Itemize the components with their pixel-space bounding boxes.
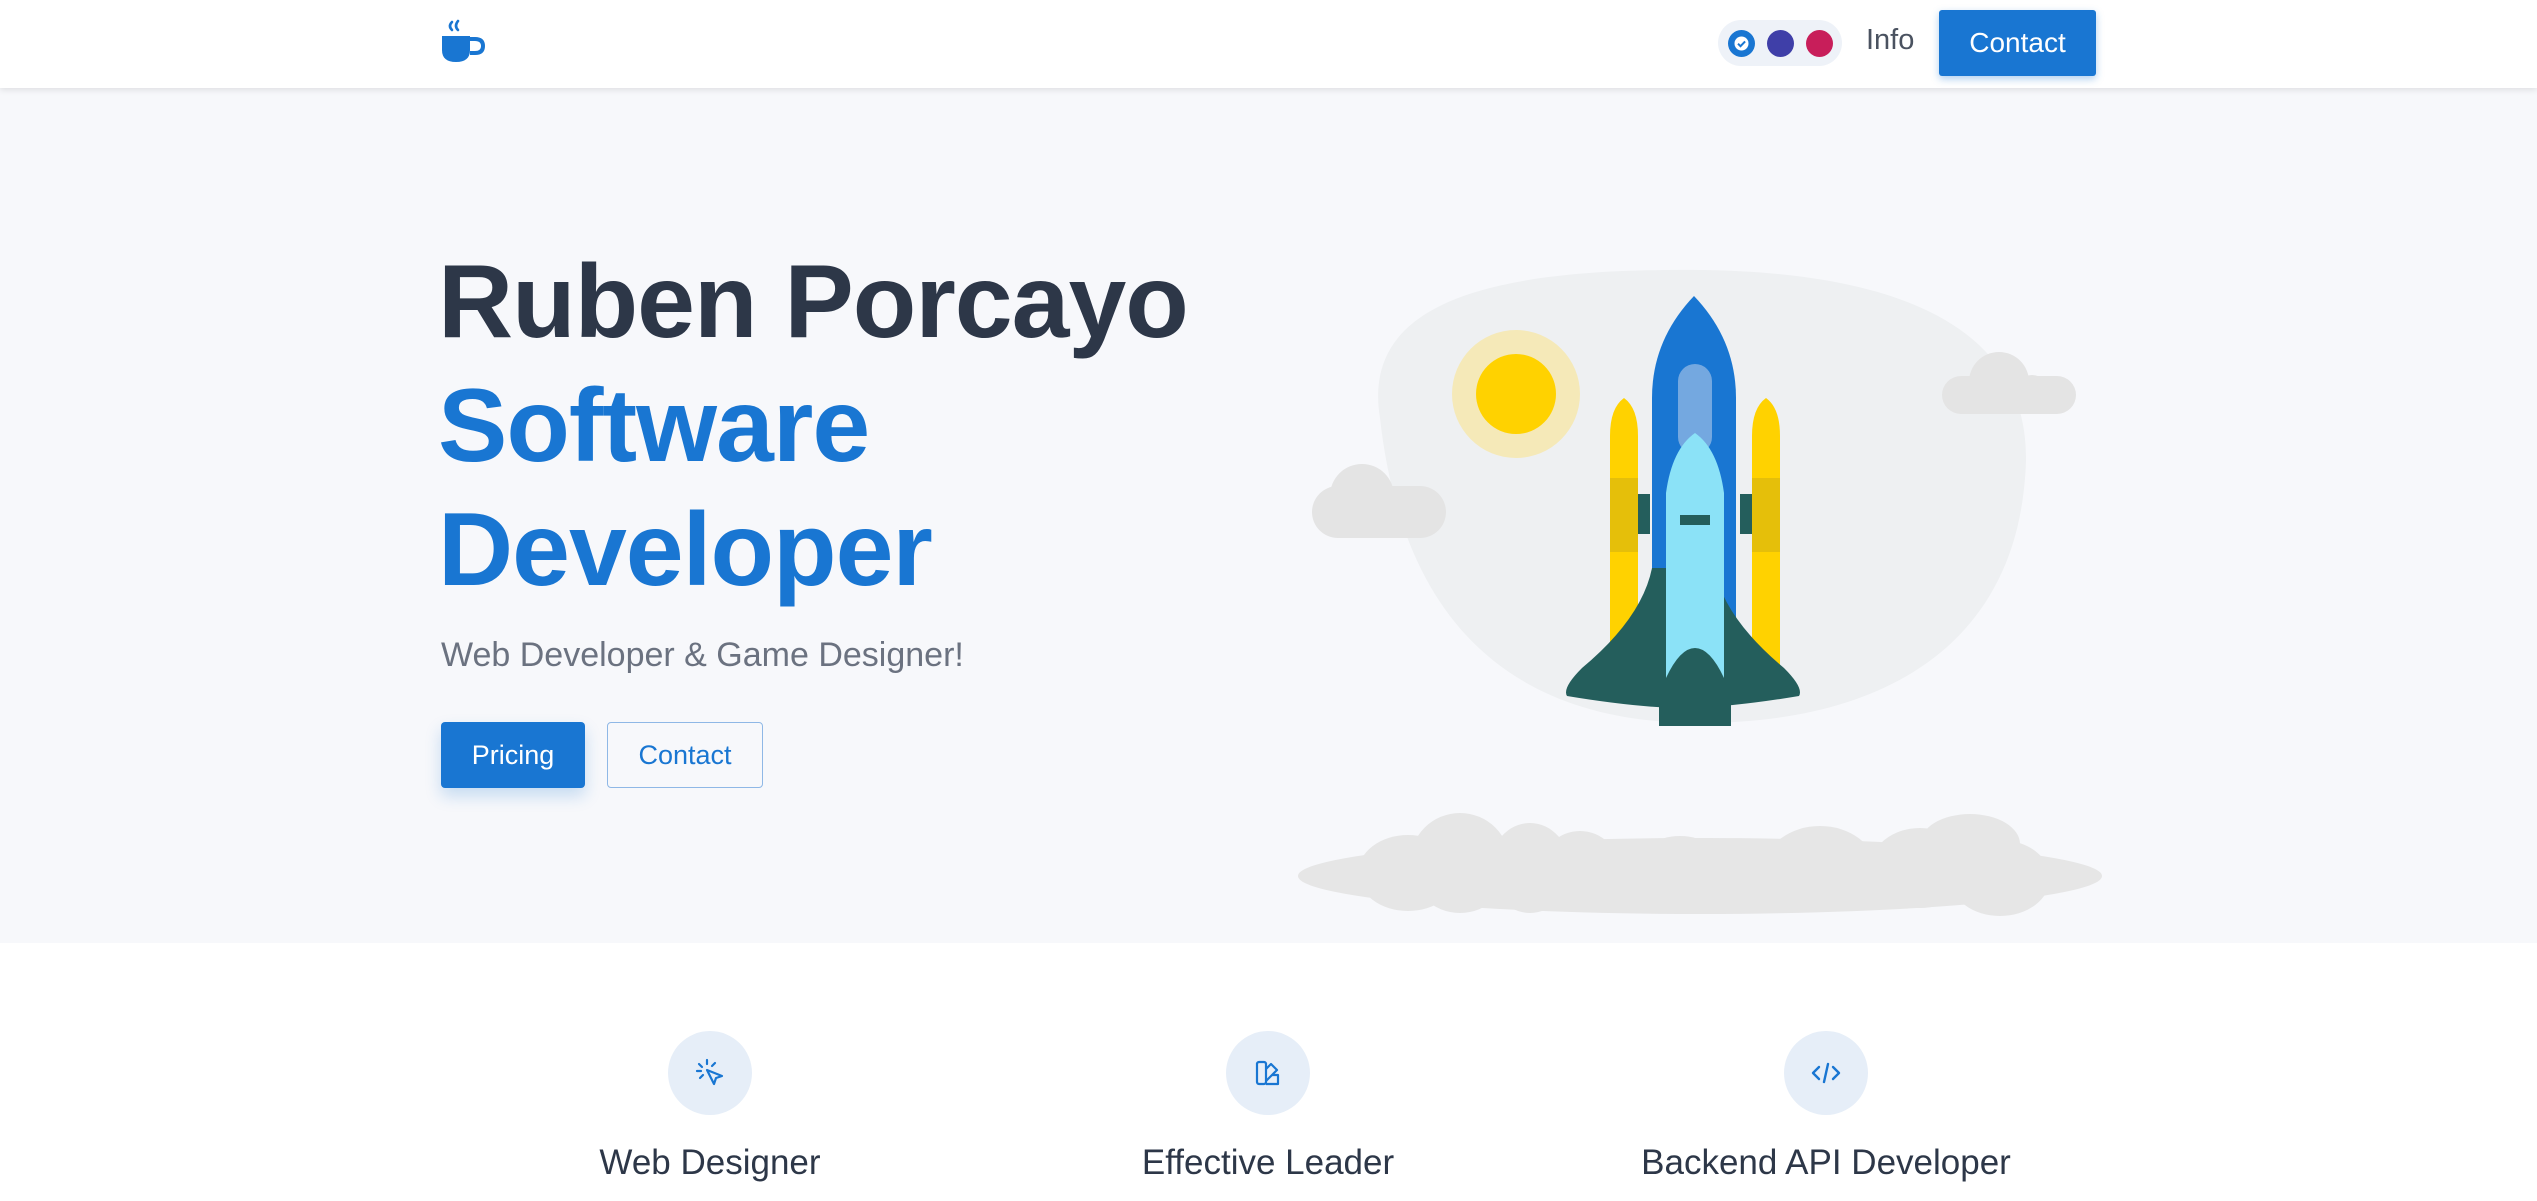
pricing-button[interactable]: Pricing	[441, 722, 585, 788]
cursor-click-icon	[695, 1058, 724, 1086]
swatch-book-icon	[1255, 1060, 1280, 1086]
hero-section: Ruben Porcayo Software Developer Web Dev…	[0, 88, 2537, 943]
theme-color-blue[interactable]	[1728, 30, 1755, 57]
rocket-launch-illustration	[1298, 269, 2102, 916]
hero-contact-button[interactable]: Contact	[607, 722, 763, 788]
hero-subtitle: Web Developer & Game Designer!	[441, 636, 964, 674]
nav-contact-button[interactable]: Contact	[1939, 10, 2096, 76]
check-icon	[1734, 36, 1749, 51]
navbar: Info Contact	[0, 0, 2537, 88]
feature-icon-circle	[1226, 1031, 1310, 1115]
hero-name: Ruben Porcayo	[438, 244, 1189, 360]
hero-title: Ruben Porcayo Software Developer	[438, 240, 1189, 612]
features-section: Web Designer Effective Leader Backend AP…	[0, 943, 2537, 1201]
theme-color-indigo[interactable]	[1767, 30, 1794, 57]
feature-title: Effective Leader	[1141, 1143, 1395, 1182]
code-icon	[1811, 1062, 1841, 1084]
feature-card: Web Designer	[460, 1031, 960, 1183]
feature-card: Effective Leader	[1018, 1031, 1518, 1183]
coffee-cup-icon[interactable]	[438, 18, 488, 68]
feature-card: Backend API Developer	[1576, 1031, 2076, 1183]
feature-title: Backend API Developer	[1641, 1143, 2011, 1182]
hero-role-line1: Software	[438, 368, 870, 484]
feature-icon-circle	[1784, 1031, 1868, 1115]
feature-title: Web Designer	[599, 1143, 821, 1182]
theme-color-pink[interactable]	[1806, 30, 1833, 57]
hero-role-line2: Developer	[438, 492, 933, 608]
nav-link-info[interactable]: Info	[1866, 24, 1914, 57]
theme-color-switcher	[1718, 20, 1842, 66]
feature-icon-circle	[668, 1031, 752, 1115]
